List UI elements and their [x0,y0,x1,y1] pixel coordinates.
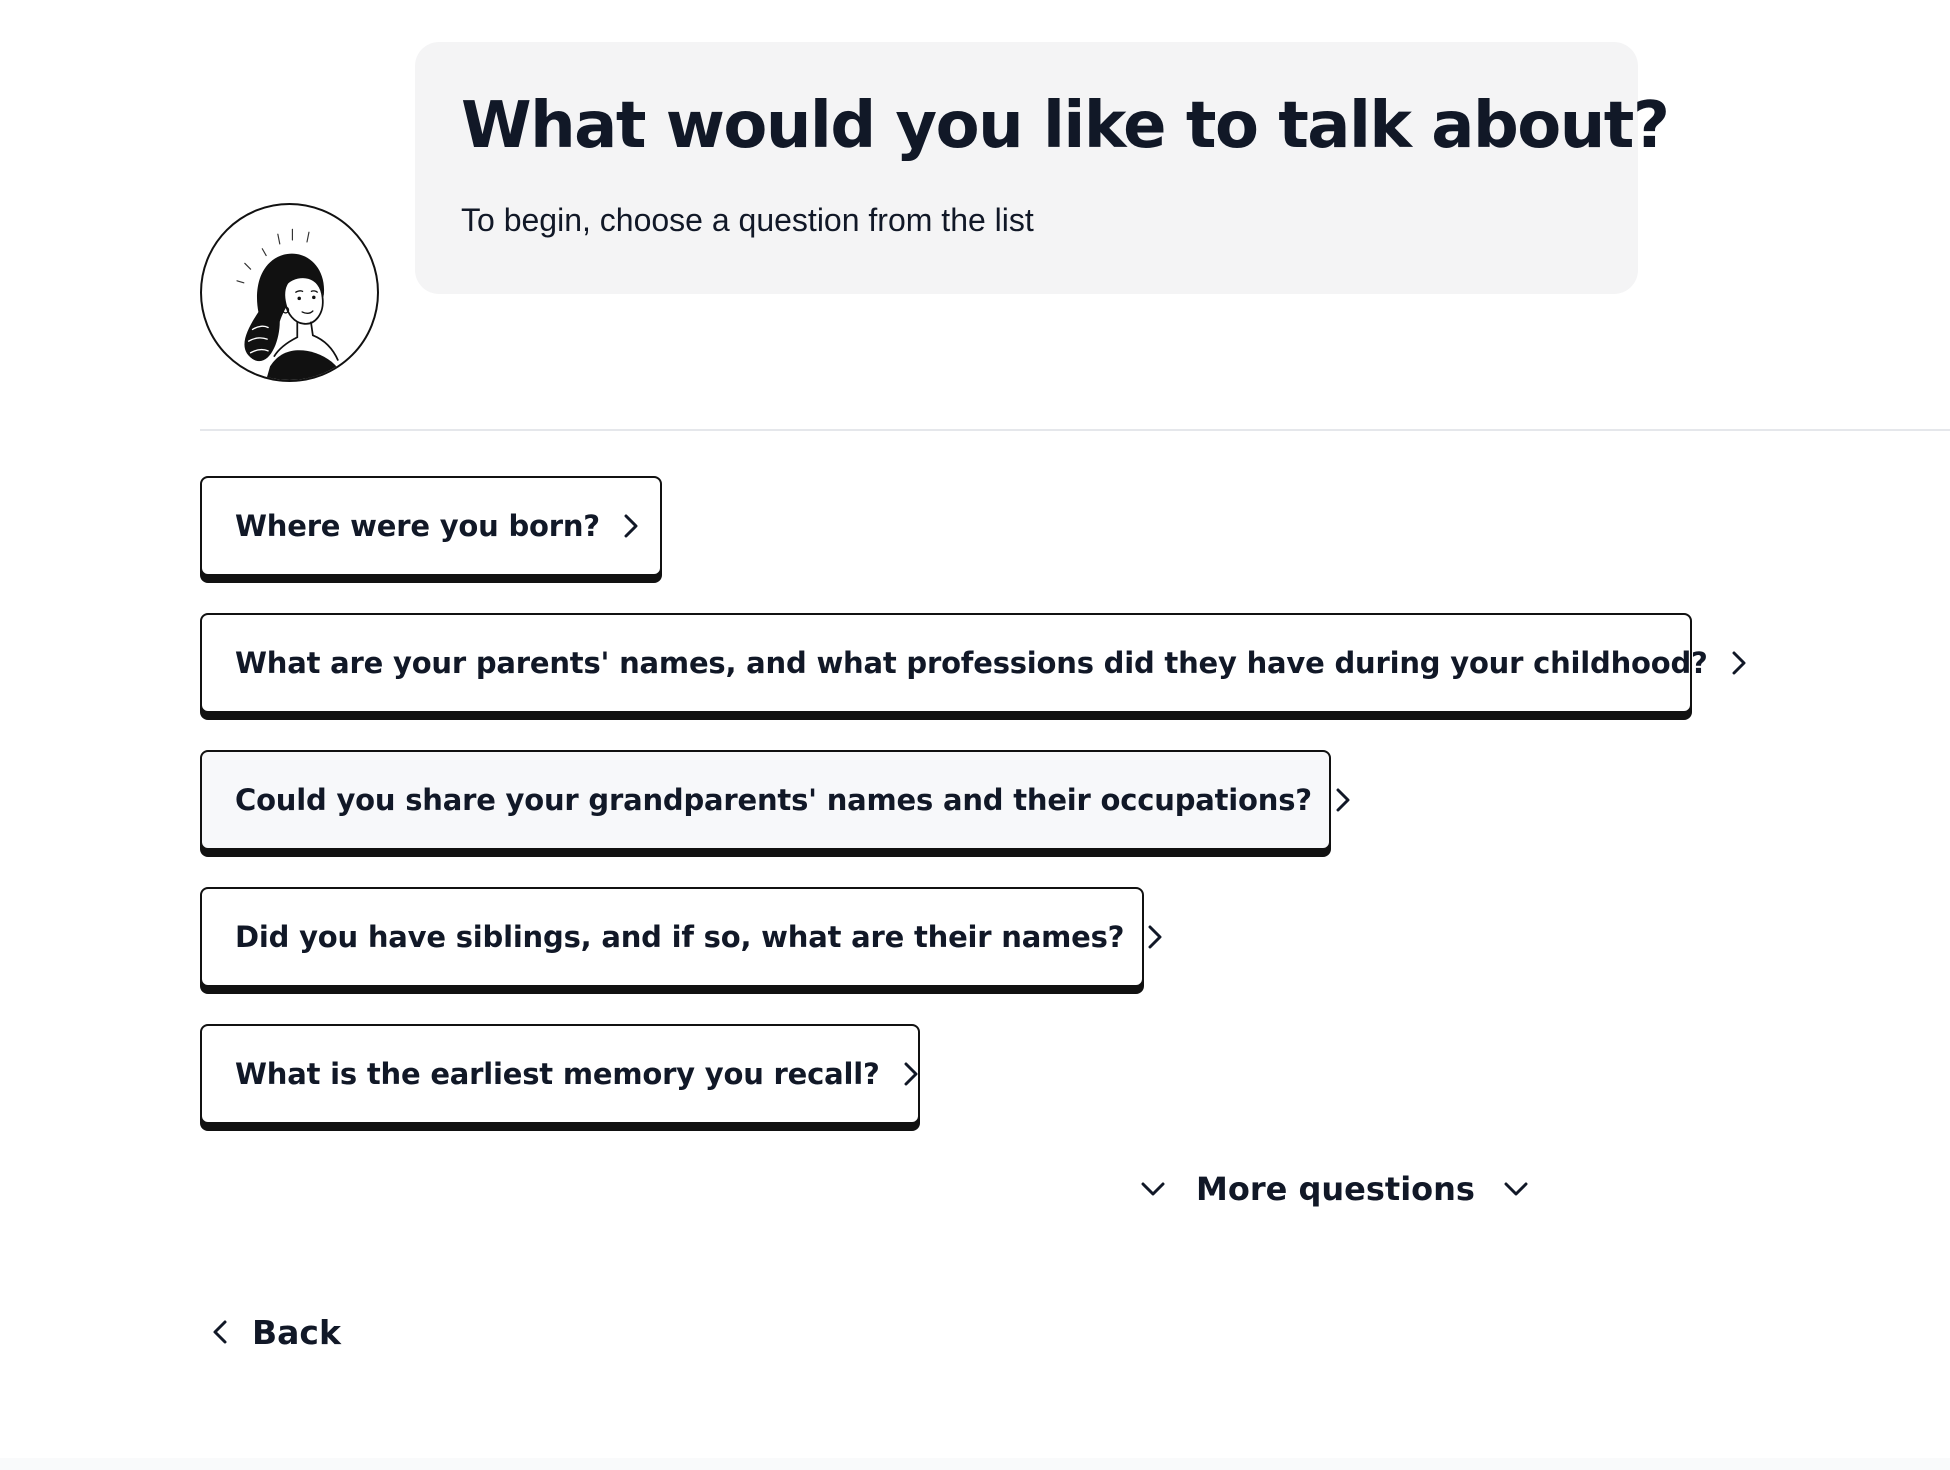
chevron-right-icon [624,514,638,538]
question-list: Where were you born? What are your paren… [200,476,1746,1161]
avatar [200,203,379,382]
chevron-down-icon [1504,1182,1528,1196]
question-button-parents[interactable]: What are your parents' names, and what p… [200,613,1746,713]
woman-portrait-illustration-icon [236,228,339,380]
question-button-siblings[interactable]: Did you have siblings, and if so, what a… [200,887,1162,987]
chevron-down-icon [1141,1182,1165,1196]
page-subtitle: To begin, choose a question from the lis… [461,202,1034,238]
question-button-born[interactable]: Where were you born? [200,476,662,576]
question-label: Where were you born? [235,509,600,543]
page-title: What would you like to talk about? [461,89,1670,163]
chevron-right-icon [1148,925,1162,949]
question-label: Did you have siblings, and if so, what a… [235,920,1125,954]
more-questions-button[interactable]: More questions [1140,1168,1529,1210]
back-button[interactable]: Back [212,1312,341,1352]
question-button-earliest-memory[interactable]: What is the earliest memory you recall? [200,1024,920,1124]
footer-band [0,1458,1950,1470]
prompt-bubble: What would you like to talk about? To be… [415,42,1670,294]
divider [200,429,1950,431]
chevron-right-icon [904,1062,918,1086]
more-questions-label: More questions [1196,1170,1475,1208]
chevron-right-icon [1732,651,1746,675]
chevron-right-icon [1336,788,1350,812]
question-label: Could you share your grandparents' names… [235,783,1312,817]
back-label: Back [252,1312,341,1352]
chevron-left-icon [213,1320,227,1344]
question-label: What are your parents' names, and what p… [235,646,1708,680]
question-label: What is the earliest memory you recall? [235,1057,880,1091]
question-button-grandparents[interactable]: Could you share your grandparents' names… [200,750,1350,850]
